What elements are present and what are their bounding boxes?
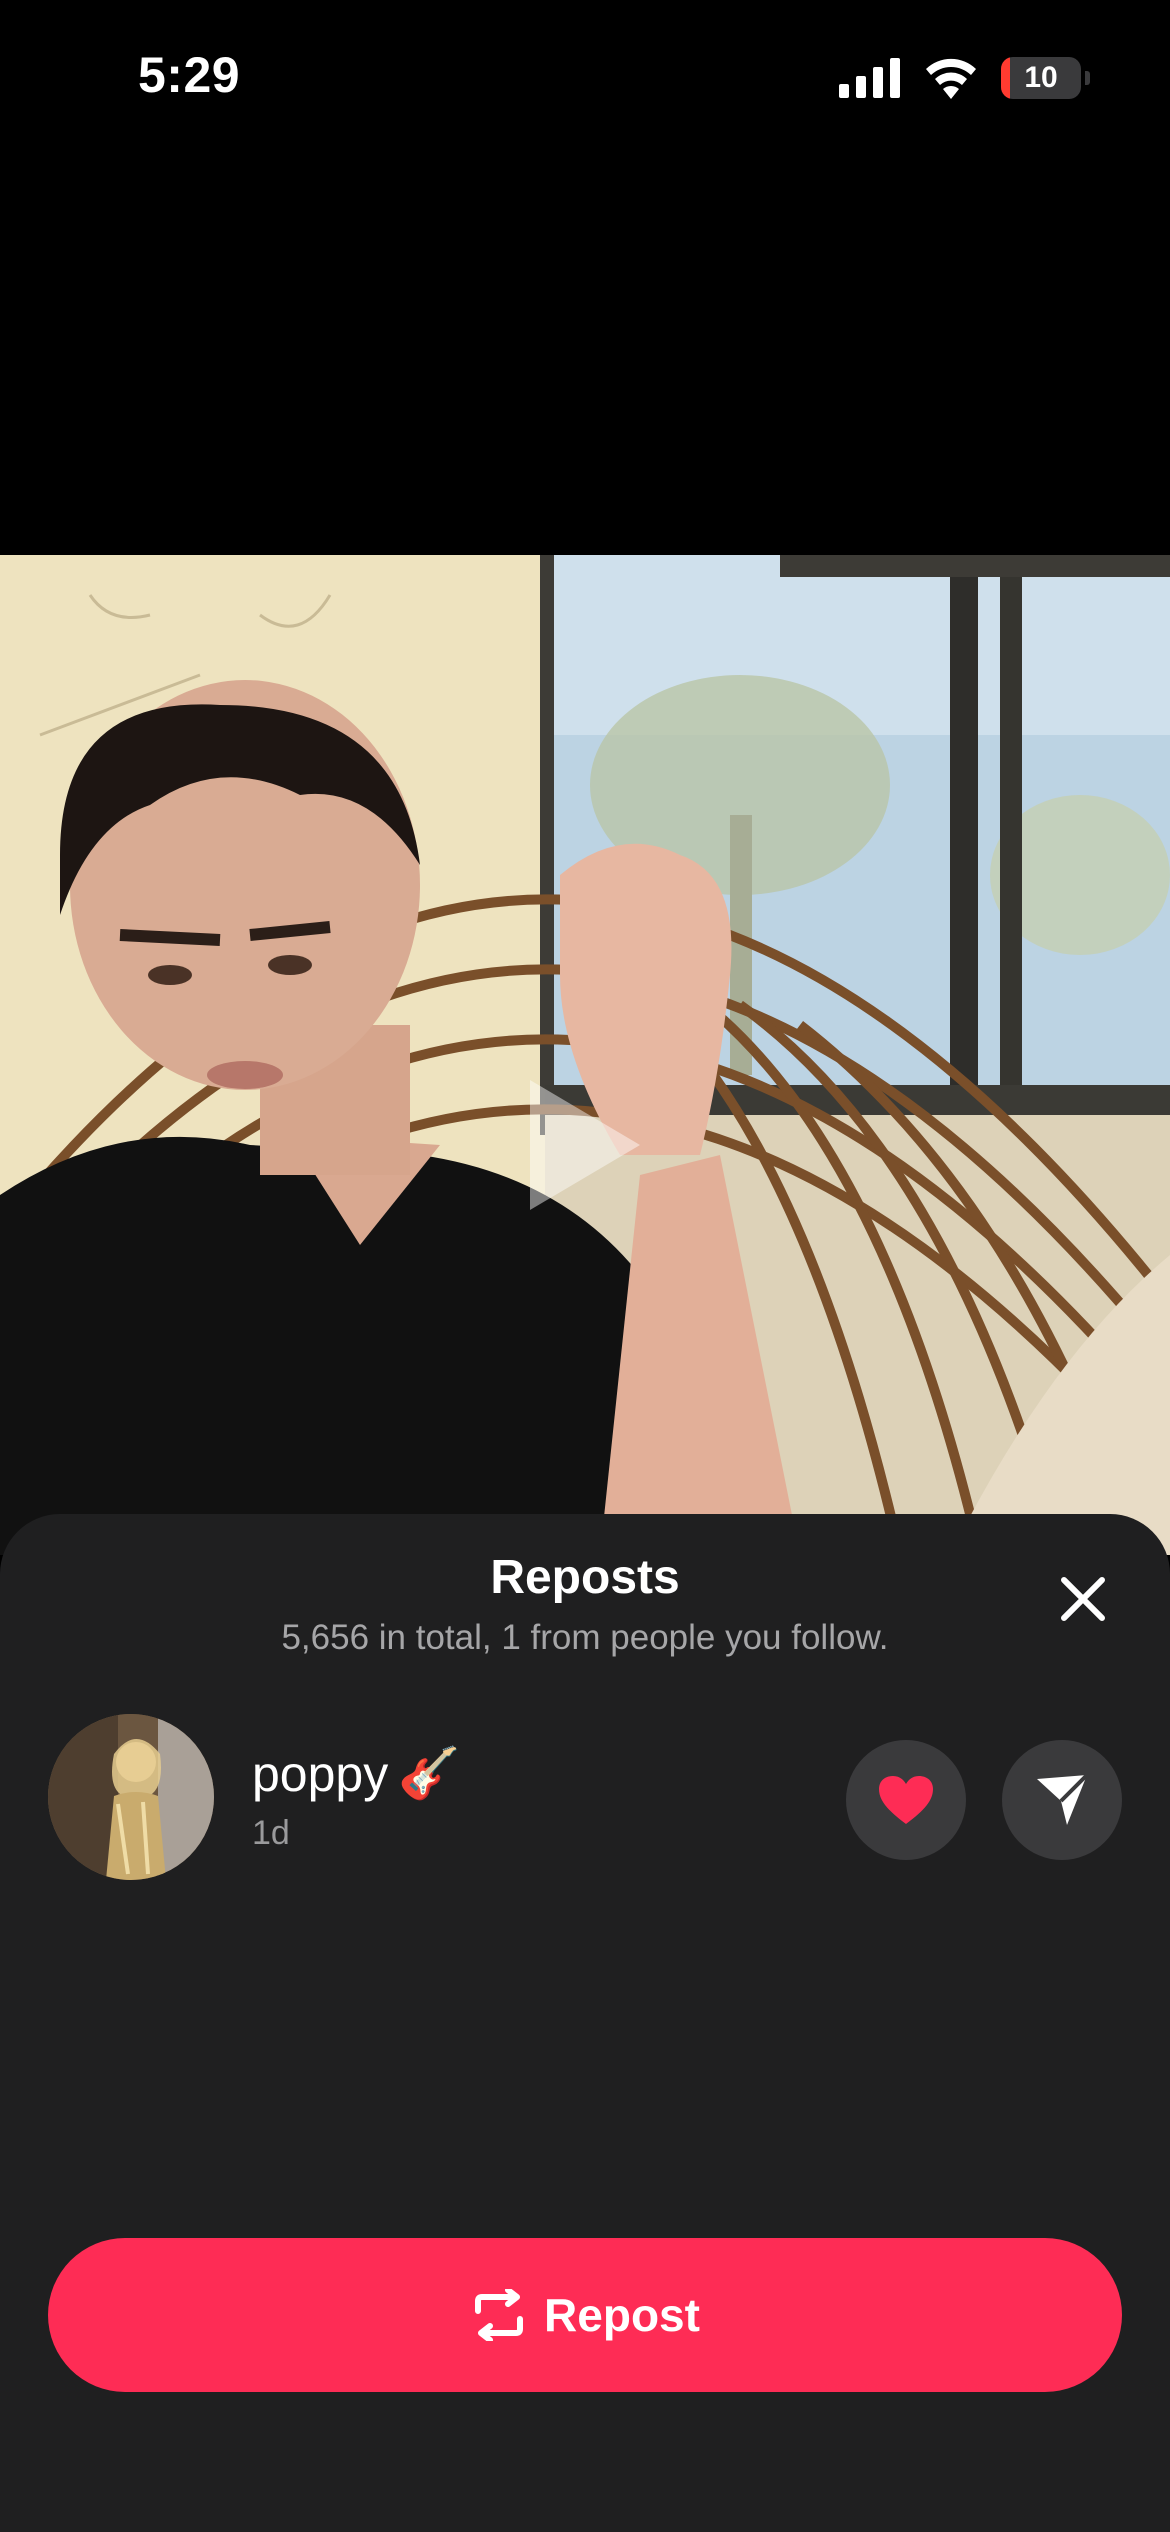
battery-icon: 10 <box>1001 57 1081 99</box>
avatar-image <box>48 1714 214 1880</box>
reposts-sheet: Reposts 5,656 in total, 1 from people yo… <box>0 1514 1170 2532</box>
repost-time: 1d <box>252 1814 290 1852</box>
sheet-subtitle: 5,656 in total, 1 from people you follow… <box>281 1618 889 1657</box>
status-bar: 5:29 10 <box>0 0 1170 150</box>
battery-percent: 10 <box>1024 61 1058 94</box>
video-frame <box>0 555 1170 1555</box>
list-item[interactable]: poppy 🎸 1d <box>48 1714 1122 1884</box>
repost-button[interactable]: Repost <box>48 2238 1122 2392</box>
close-icon[interactable] <box>1056 1572 1110 1626</box>
battery-cap <box>1085 71 1090 85</box>
heart-icon <box>879 1776 933 1824</box>
username-text: poppy <box>252 1745 389 1802</box>
repost-label: Repost <box>544 2289 700 2341</box>
username[interactable]: poppy 🎸 <box>252 1744 461 1803</box>
wifi-icon <box>926 58 976 99</box>
video-player[interactable] <box>0 555 1170 1555</box>
signal-icon <box>839 58 900 98</box>
like-button[interactable] <box>846 1740 966 1860</box>
guitar-emoji: 🎸 <box>398 1745 461 1801</box>
battery-level <box>1001 57 1010 99</box>
sheet-title: Reposts <box>490 1551 680 1604</box>
status-time: 5:29 <box>138 47 241 103</box>
send-button[interactable] <box>1002 1740 1122 1860</box>
send-icon <box>1037 1773 1089 1825</box>
repost-icon <box>475 2289 524 2341</box>
play-icon[interactable] <box>520 1070 650 1220</box>
status-icons: 10 <box>839 50 1090 106</box>
avatar[interactable] <box>48 1714 214 1880</box>
screen: 5:29 10 Reposts 5,656 in total, 1 from p… <box>0 0 1170 2532</box>
